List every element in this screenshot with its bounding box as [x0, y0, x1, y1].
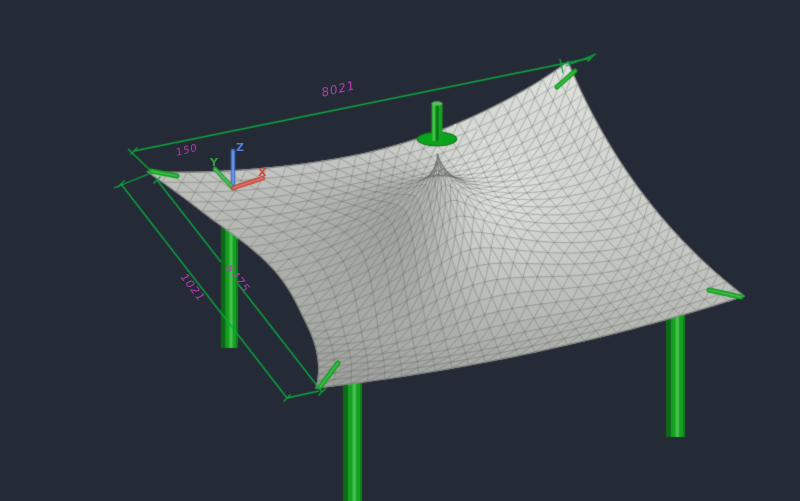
viewport-canvas[interactable] [0, 0, 800, 501]
cad-viewport[interactable]: 8021 150 1021 8475 Z Y X [0, 0, 800, 501]
